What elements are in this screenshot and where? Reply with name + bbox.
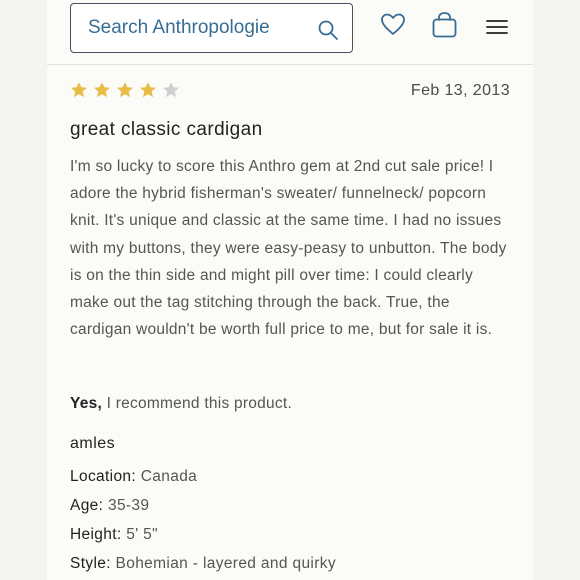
star-empty-icon — [163, 82, 179, 98]
star-filled-icon — [71, 82, 87, 98]
reviewer-age: Age: 35-39 — [70, 497, 510, 515]
reviewer-height: Height: 5' 5" — [70, 526, 510, 544]
style-value: Bohemian - layered and quirky — [115, 555, 336, 572]
star-filled-icon — [140, 82, 156, 98]
star-rating — [70, 81, 179, 103]
shopping-bag-icon[interactable] — [431, 11, 458, 39]
age-label: Age: — [70, 497, 104, 514]
recommend-text: I recommend this product. — [106, 395, 293, 412]
star-filled-icon — [117, 82, 133, 98]
location-value: Canada — [140, 468, 198, 485]
recommendation: Yes, I recommend this product. — [70, 395, 292, 413]
review-author: amles — [70, 435, 116, 452]
reviewer-style: Style: Bohemian - layered and quirky — [70, 555, 510, 573]
height-label: Height: — [70, 526, 122, 543]
location-label: Location: — [70, 468, 137, 485]
hamburger-menu-icon[interactable] — [486, 18, 508, 36]
recommend-yes: Yes, — [70, 395, 103, 412]
reviewer-location: Location: Canada — [70, 468, 510, 486]
site-header — [47, 0, 533, 65]
age-value: 35-39 — [107, 497, 150, 514]
search-icon[interactable] — [317, 19, 339, 41]
heart-icon[interactable] — [380, 12, 406, 38]
review-body: I'm so lucky to score this Anthro gem at… — [70, 158, 507, 339]
star-filled-icon — [94, 82, 110, 98]
height-value: 5' 5" — [126, 526, 158, 543]
review-date: Feb 13, 2013 — [410, 82, 510, 99]
search-input[interactable] — [88, 16, 298, 40]
search-box[interactable] — [70, 3, 353, 53]
review-title: great classic cardigan — [70, 119, 263, 140]
style-label: Style: — [70, 555, 111, 572]
